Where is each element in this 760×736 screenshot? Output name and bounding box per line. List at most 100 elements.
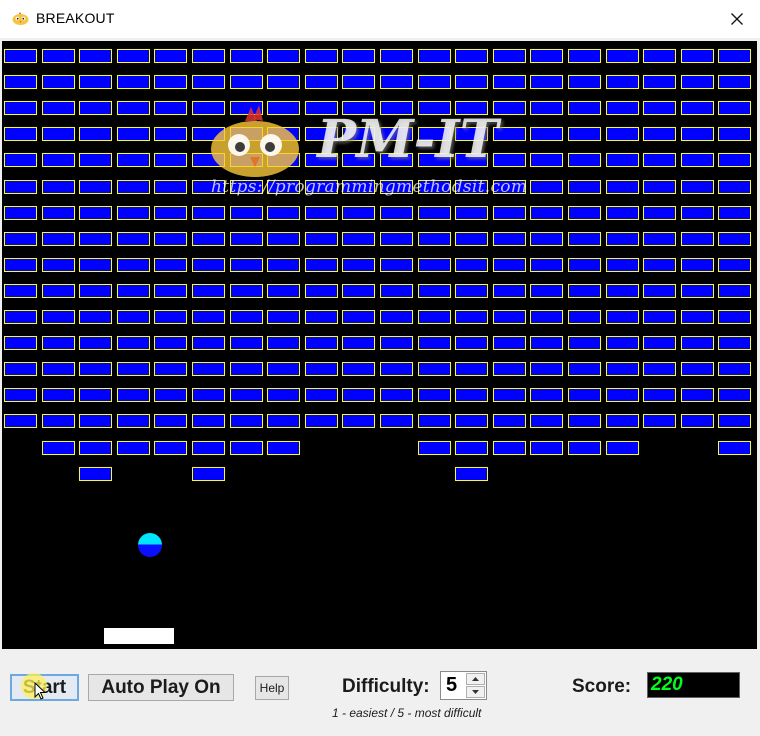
brick bbox=[305, 75, 338, 89]
brick bbox=[718, 49, 751, 63]
brick bbox=[192, 153, 225, 167]
brick bbox=[4, 232, 37, 246]
brick bbox=[267, 336, 300, 350]
brick bbox=[455, 258, 488, 272]
brick bbox=[606, 232, 639, 246]
brick bbox=[681, 284, 714, 298]
difficulty-spinner[interactable]: 5 bbox=[440, 671, 487, 700]
brick bbox=[42, 153, 75, 167]
brick bbox=[305, 101, 338, 115]
window-title: BREAKOUT bbox=[36, 10, 115, 26]
brick bbox=[342, 49, 375, 63]
brick bbox=[79, 441, 112, 455]
brick bbox=[267, 258, 300, 272]
brick bbox=[380, 101, 413, 115]
brick bbox=[418, 232, 451, 246]
brick bbox=[192, 258, 225, 272]
brick bbox=[718, 258, 751, 272]
brick bbox=[681, 180, 714, 194]
brick bbox=[681, 101, 714, 115]
brick bbox=[718, 284, 751, 298]
brick bbox=[230, 75, 263, 89]
brick bbox=[42, 232, 75, 246]
brick bbox=[643, 49, 676, 63]
autoplay-button[interactable]: Auto Play On bbox=[88, 674, 234, 701]
brick bbox=[718, 75, 751, 89]
brick bbox=[380, 336, 413, 350]
brick bbox=[380, 258, 413, 272]
brick bbox=[230, 101, 263, 115]
brick bbox=[380, 414, 413, 428]
close-icon bbox=[731, 13, 743, 25]
brick bbox=[192, 284, 225, 298]
brick bbox=[342, 127, 375, 141]
difficulty-hint: 1 - easiest / 5 - most difficult bbox=[332, 706, 482, 720]
brick bbox=[305, 414, 338, 428]
brick bbox=[681, 153, 714, 167]
brick bbox=[42, 127, 75, 141]
brick bbox=[79, 310, 112, 324]
brick bbox=[530, 49, 563, 63]
brick bbox=[79, 362, 112, 376]
brick bbox=[493, 258, 526, 272]
brick bbox=[606, 206, 639, 220]
help-button[interactable]: Help bbox=[255, 676, 289, 700]
brick bbox=[342, 388, 375, 402]
brick bbox=[380, 284, 413, 298]
close-button[interactable] bbox=[714, 0, 760, 38]
brick bbox=[79, 75, 112, 89]
brick bbox=[154, 310, 187, 324]
cursor-icon bbox=[34, 682, 46, 700]
brick bbox=[117, 336, 150, 350]
brick bbox=[117, 284, 150, 298]
brick bbox=[493, 101, 526, 115]
brick bbox=[342, 362, 375, 376]
brick bbox=[681, 258, 714, 272]
brick bbox=[606, 388, 639, 402]
brick bbox=[455, 75, 488, 89]
brick bbox=[380, 180, 413, 194]
brick bbox=[606, 127, 639, 141]
brick bbox=[606, 284, 639, 298]
brick bbox=[530, 206, 563, 220]
brick bbox=[267, 153, 300, 167]
brick bbox=[305, 180, 338, 194]
spinner-up-button[interactable] bbox=[466, 673, 485, 685]
spinner-down-button[interactable] bbox=[466, 686, 485, 698]
brick bbox=[192, 75, 225, 89]
ball bbox=[138, 533, 162, 557]
chick-icon bbox=[12, 12, 29, 25]
brick bbox=[418, 414, 451, 428]
brick bbox=[230, 153, 263, 167]
brick bbox=[79, 206, 112, 220]
brick bbox=[455, 101, 488, 115]
brick bbox=[79, 153, 112, 167]
brick bbox=[192, 206, 225, 220]
brick bbox=[154, 127, 187, 141]
brick bbox=[42, 101, 75, 115]
brick bbox=[606, 258, 639, 272]
brick bbox=[530, 310, 563, 324]
brick bbox=[493, 49, 526, 63]
score-display: 220 bbox=[647, 672, 740, 698]
brick bbox=[530, 414, 563, 428]
game-board[interactable]: PM-IT https://programmingmethodsit.com bbox=[2, 41, 757, 649]
brick bbox=[342, 284, 375, 298]
brick bbox=[342, 258, 375, 272]
brick bbox=[79, 388, 112, 402]
brick bbox=[305, 284, 338, 298]
brick bbox=[154, 232, 187, 246]
brick bbox=[643, 75, 676, 89]
brick bbox=[380, 362, 413, 376]
paddle[interactable] bbox=[104, 628, 174, 644]
difficulty-value[interactable]: 5 bbox=[446, 674, 457, 697]
brick bbox=[606, 75, 639, 89]
brick bbox=[493, 362, 526, 376]
brick bbox=[568, 153, 601, 167]
brick bbox=[455, 127, 488, 141]
brick bbox=[230, 127, 263, 141]
brick bbox=[267, 127, 300, 141]
brick bbox=[455, 467, 488, 481]
brick bbox=[643, 206, 676, 220]
brick bbox=[42, 362, 75, 376]
